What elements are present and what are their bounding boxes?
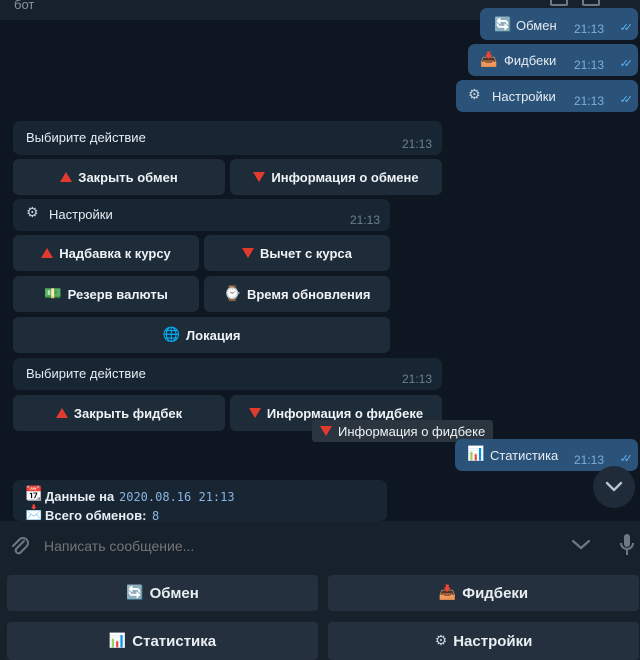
- button-label: Время обновления: [246, 286, 371, 302]
- button-label: Статистика: [132, 632, 217, 650]
- microphone-icon[interactable]: [619, 532, 635, 558]
- red-triangle-down-icon: [253, 172, 266, 182]
- button-label: Обмен: [149, 584, 199, 602]
- red-triangle-up-icon: [60, 172, 73, 182]
- red-triangle-up-icon: [41, 248, 54, 258]
- gear-icon: ⚙: [434, 633, 448, 649]
- button-label: Закрыть обмен: [78, 169, 178, 185]
- button-label: Надбавка к курсу: [59, 245, 171, 261]
- bar-chart-icon: 📊: [108, 633, 127, 649]
- message-out-feedbacks: 📥 Фидбеки 21:13 ✓✓: [468, 44, 638, 76]
- exchange-info-button[interactable]: Информация о обмене: [230, 159, 442, 195]
- message-text: Настройки: [492, 89, 556, 104]
- message-text: Обмен: [516, 18, 557, 33]
- search-icon[interactable]: [550, 0, 568, 6]
- keyboard-statistics-button[interactable]: 📊 Статистика: [7, 622, 318, 660]
- currency-reserve-button[interactable]: 💵 Резерв валюты: [13, 276, 199, 312]
- message-time: 21:13: [573, 453, 604, 467]
- chevron-down-icon: [605, 481, 623, 492]
- stats-exchanges-label: Всего обменов:: [45, 508, 147, 521]
- red-triangle-up-icon: [55, 408, 68, 418]
- read-checkmarks-icon: ✓✓: [619, 22, 634, 34]
- button-label: Вычет с курса: [259, 245, 353, 261]
- inbox-tray-icon: 📥: [438, 585, 457, 601]
- message-time: 21:13: [573, 22, 604, 36]
- close-exchange-button[interactable]: Закрыть обмен: [13, 159, 225, 195]
- message-in-settings: ⚙ Настройки 21:13: [13, 199, 390, 231]
- message-input[interactable]: [42, 533, 542, 559]
- button-label: Закрыть фидбек: [73, 405, 183, 421]
- message-in-choose-action: Выбирите действие 21:13: [13, 121, 442, 155]
- globe-icon: 🌐: [162, 327, 181, 343]
- envelope-icon: 📩: [25, 505, 43, 521]
- reply-keyboard: 🔄 Обмен 📥 Фидбеки 📊 Статистика ⚙ Настрой…: [0, 571, 640, 660]
- button-label: Резерв валюты: [67, 286, 168, 302]
- message-in-statistics: 📆 Данные на 2020.08.16 21:13 📩 Всего обм…: [13, 480, 387, 521]
- message-time: 21:13: [349, 213, 380, 227]
- message-time: 21:13: [573, 58, 604, 72]
- keyboard-toggle-icon[interactable]: [571, 539, 591, 551]
- button-label: Локация: [186, 327, 241, 343]
- refresh-icon: 🔄: [494, 17, 512, 33]
- stats-date-label: Данные на: [45, 489, 115, 504]
- read-checkmarks-icon: ✓✓: [619, 94, 634, 106]
- message-time: 21:13: [401, 137, 432, 151]
- button-label: Фидбеки: [462, 584, 529, 602]
- message-time: 21:13: [401, 372, 432, 386]
- read-checkmarks-icon: ✓✓: [619, 58, 634, 70]
- location-button[interactable]: 🌐 Локация: [13, 317, 390, 353]
- message-out-exchange: 🔄 Обмен 21:13 ✓✓: [480, 8, 638, 40]
- message-text: Фидбеки: [504, 53, 557, 68]
- red-triangle-down-icon: [320, 426, 332, 436]
- close-feedback-button[interactable]: Закрыть фидбек: [13, 395, 225, 431]
- refresh-icon: 🔄: [126, 585, 144, 601]
- keyboard-exchange-button[interactable]: 🔄 Обмен: [7, 575, 318, 611]
- red-triangle-down-icon: [248, 408, 261, 418]
- money-icon: 💵: [44, 286, 62, 302]
- paperclip-icon[interactable]: [10, 534, 30, 558]
- keyboard-feedbacks-button[interactable]: 📥 Фидбеки: [328, 575, 639, 611]
- read-checkmarks-icon: ✓✓: [619, 453, 634, 465]
- watch-icon: ⌚: [223, 286, 241, 302]
- tooltip-text: Информация о фидбеке: [338, 423, 486, 439]
- update-time-button[interactable]: ⌚ Время обновления: [204, 276, 390, 312]
- message-text: Статистика: [490, 448, 559, 463]
- gear-icon: ⚙: [26, 205, 39, 221]
- message-text: Выбирите действие: [26, 366, 146, 381]
- message-input-bar: [0, 521, 640, 571]
- stats-date-value: 2020.08.16 21:13: [119, 490, 235, 504]
- message-in-choose-action-2: Выбирите действие 21:13: [13, 358, 442, 390]
- rate-markup-button[interactable]: Надбавка к курсу: [13, 235, 199, 271]
- rate-deduction-button[interactable]: Вычет с курса: [204, 235, 390, 271]
- message-text: Выбирите действие: [26, 130, 146, 145]
- message-text: Настройки: [49, 207, 113, 222]
- keyboard-settings-button[interactable]: ⚙ Настройки: [328, 622, 639, 660]
- button-label: Информация о фидбеке: [266, 405, 424, 421]
- message-time: 21:13: [573, 94, 604, 108]
- stats-exchanges-value: 8: [152, 509, 160, 521]
- button-label: Настройки: [453, 632, 533, 650]
- inbox-tray-icon: 📥: [480, 52, 498, 68]
- message-out-settings: ⚙ Настройки 21:13 ✓✓: [456, 80, 638, 112]
- sidebar-toggle-icon[interactable]: [582, 0, 600, 6]
- red-triangle-down-icon: [241, 248, 254, 258]
- bar-chart-icon: 📊: [467, 446, 485, 462]
- calendar-icon: 📆: [25, 486, 43, 502]
- gear-icon: ⚙: [468, 87, 481, 103]
- chat-title: бот: [14, 0, 35, 12]
- scroll-to-bottom-button[interactable]: [593, 466, 635, 508]
- button-label: Информация о обмене: [271, 169, 419, 185]
